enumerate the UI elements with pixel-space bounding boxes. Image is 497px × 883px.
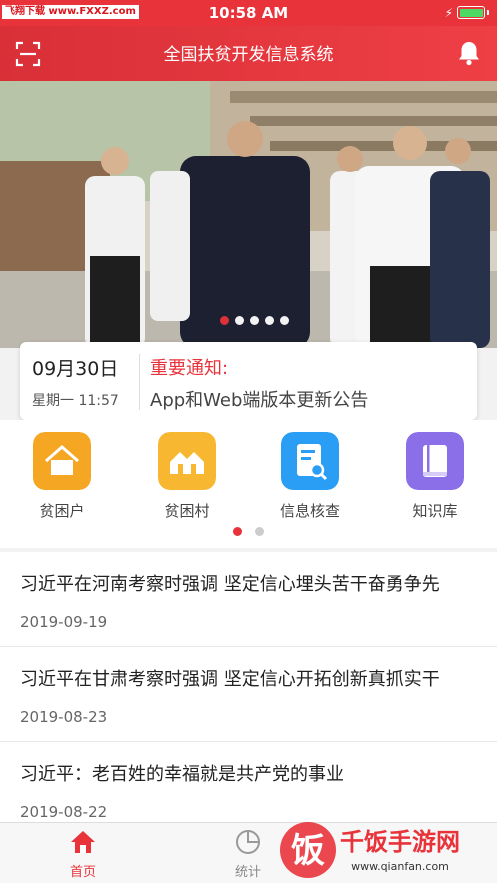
watermark-logo: 饭 千饭手游网 www.qianfan.com (280, 822, 460, 878)
tab-home[interactable]: 首页 (43, 829, 123, 880)
book-icon (406, 432, 464, 490)
banner-page-indicator[interactable] (220, 316, 289, 325)
page-title: 全国扶贫开发信息系统 (163, 45, 334, 65)
quick-item-label: 信息核查 (279, 502, 340, 520)
quick-menu: 贫困户 贫困村 信息核查 知识库 (0, 420, 497, 548)
news-list: 习近平在河南考察时强调 坚定信心埋头苦干奋勇争先 2019-09-19 习近平在… (0, 552, 497, 822)
status-bar: 飞翔下载 www.FXXZ.com 10:58 AM ⚡ (0, 0, 497, 26)
quick-item-poor-household[interactable]: 贫困户 (17, 432, 107, 521)
news-title: 习近平在甘肃考察时强调 坚定信心开拓创新真抓实干 (20, 669, 440, 690)
bell-icon (459, 42, 479, 66)
quick-item-label: 贫困村 (164, 502, 210, 520)
banner-dot[interactable] (250, 316, 259, 325)
notice-weekday-time: 星期一 11:57 (32, 393, 119, 409)
battery-tip (487, 10, 489, 15)
notification-button[interactable] (455, 39, 483, 67)
svg-text:www.qianfan.com: www.qianfan.com (351, 860, 449, 873)
status-time: 10:58 AM (208, 4, 289, 22)
banner-dot[interactable] (220, 316, 229, 325)
banner-carousel[interactable] (0, 81, 497, 348)
house-icon (33, 432, 91, 490)
tab-label: 首页 (69, 865, 96, 880)
quick-item-label: 知识库 (412, 502, 458, 520)
quick-item-label: 贫困户 (39, 502, 85, 520)
charging-icon: ⚡ (444, 6, 453, 20)
banner-dot[interactable] (265, 316, 274, 325)
quick-menu-page-dot[interactable] (233, 527, 242, 536)
banner-dot[interactable] (235, 316, 244, 325)
notice-label: 重要通知: (150, 358, 229, 379)
village-icon (158, 432, 216, 490)
pie-chart-icon (236, 830, 260, 854)
news-title: 习近平在河南考察时强调 坚定信心埋头苦干奋勇争先 (20, 574, 440, 595)
svg-text:千饭手游网: 千饭手游网 (340, 828, 460, 856)
watermark-overlay: 饭 千饭手游网 www.qianfan.com (270, 818, 497, 883)
svg-text:饭: 饭 (291, 831, 325, 871)
banner-photo (0, 81, 497, 348)
list-item[interactable]: 习近平：老百姓的幸福就是共产党的事业 2019-08-22 (0, 742, 497, 822)
news-title: 习近平：老百姓的幸福就是共产党的事业 (20, 764, 344, 785)
banner-dot[interactable] (280, 316, 289, 325)
notice-date: 09月30日 (32, 358, 119, 380)
notice-text[interactable]: App和Web端版本更新公告 (150, 386, 368, 412)
list-item[interactable]: 习近平在河南考察时强调 坚定信心埋头苦干奋勇争先 2019-09-19 (0, 552, 497, 647)
list-item[interactable]: 习近平在甘肃考察时强调 坚定信心开拓创新真抓实干 2019-08-23 (0, 647, 497, 742)
notice-card[interactable]: 09月30日 星期一 11:57 重要通知: App和Web端版本更新公告 (20, 342, 477, 420)
nav-bar: 全国扶贫开发信息系统 (0, 26, 497, 81)
quick-menu-page-dot[interactable] (255, 527, 264, 536)
news-date: 2019-08-22 (20, 803, 108, 821)
notice-divider (139, 354, 140, 410)
battery-icon (457, 6, 485, 19)
news-date: 2019-09-19 (20, 613, 108, 631)
document-search-icon (281, 432, 339, 490)
home-icon (71, 831, 95, 853)
quick-item-poor-village[interactable]: 贫困村 (142, 432, 232, 521)
news-date: 2019-08-23 (20, 708, 108, 726)
quick-item-info-check[interactable]: 信息核查 (265, 432, 355, 521)
quick-item-knowledge-base[interactable]: 知识库 (390, 432, 480, 521)
